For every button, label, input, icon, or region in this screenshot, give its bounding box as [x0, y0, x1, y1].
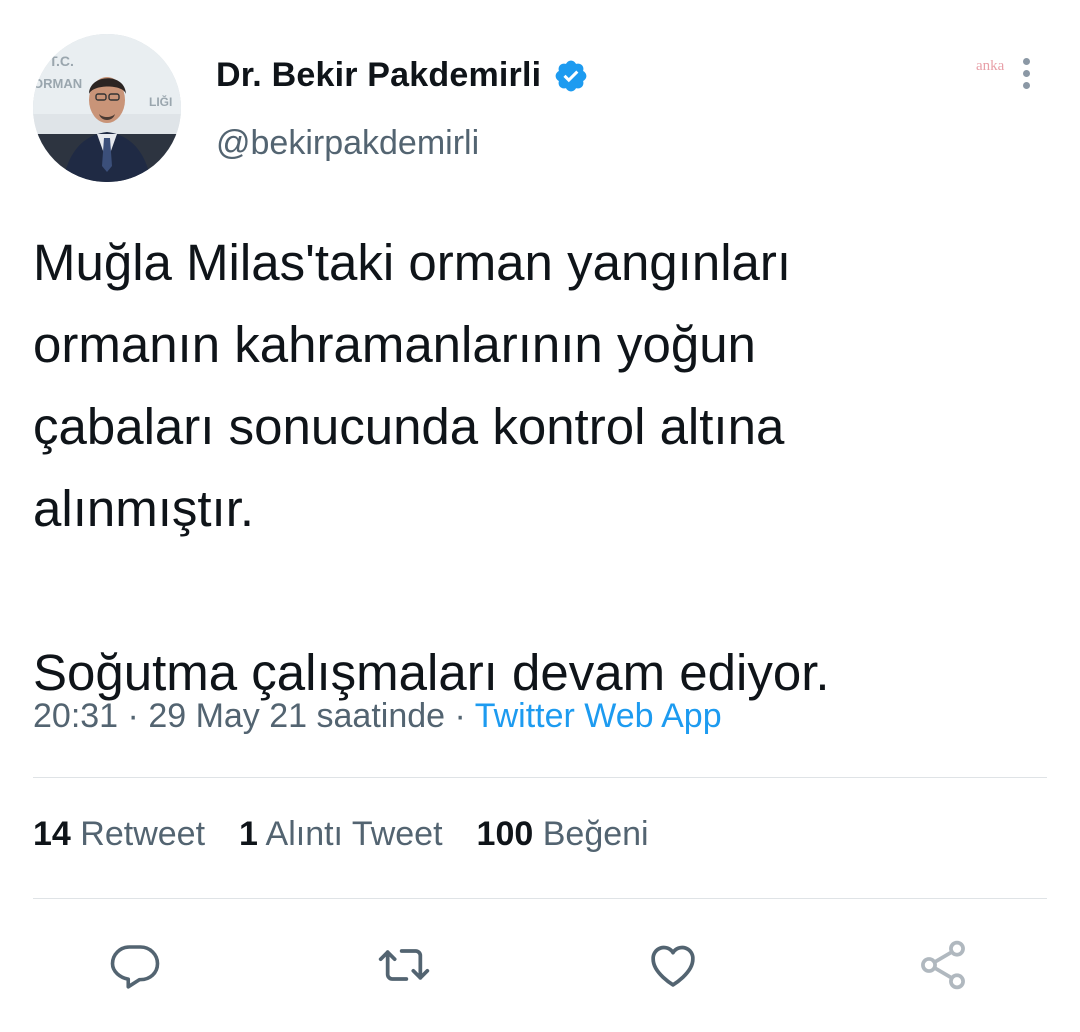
retweets-stat[interactable]: 14 Retweet: [33, 815, 205, 854]
meta-separator: ·: [118, 697, 149, 735]
retweet-button[interactable]: [374, 935, 434, 995]
more-options-icon[interactable]: [1016, 58, 1036, 98]
tweet-text: Muğla Milas'taki orman yangınları ormanı…: [33, 234, 830, 701]
quotes-stat[interactable]: 1 Alıntı Tweet: [239, 815, 443, 854]
reply-icon: [110, 945, 160, 989]
tweet-timestamp-line: 20:31 · 29 May 21 saatinde · Twitter Web…: [33, 697, 722, 736]
tweet-time[interactable]: 20:31: [33, 697, 118, 735]
author-handle[interactable]: @bekirpakdemirli: [216, 124, 479, 163]
divider-top: [33, 777, 1047, 778]
tweet-source-link[interactable]: Twitter Web App: [475, 697, 722, 735]
likes-stat[interactable]: 100 Beğeni: [477, 815, 649, 854]
tweet-action-bar: [33, 935, 1047, 995]
like-icon: [651, 945, 695, 987]
quote-count: 1: [239, 815, 258, 853]
tweet-stats: 14 Retweet 1 Alıntı Tweet 100 Beğeni: [33, 815, 683, 854]
svg-text:T.C.: T.C.: [49, 53, 74, 69]
like-label: Beğeni: [542, 815, 649, 853]
retweet-icon: [378, 949, 430, 981]
reply-button[interactable]: [105, 935, 165, 995]
like-button[interactable]: [643, 935, 703, 995]
retweet-count: 14: [33, 815, 71, 853]
share-icon: [921, 940, 965, 990]
svg-text:ORMAN: ORMAN: [33, 76, 82, 91]
avatar-photo: T.C. ORMAN LIĞI: [33, 34, 181, 182]
share-button[interactable]: [913, 935, 973, 995]
tweet-date[interactable]: 29 May 21 saatinde: [148, 697, 445, 735]
retweet-label: Retweet: [80, 815, 206, 853]
author-display-name-row[interactable]: Dr. Bekir Pakdemirli: [216, 56, 589, 95]
quote-label: Alıntı Tweet: [265, 815, 443, 853]
author-display-name[interactable]: Dr. Bekir Pakdemirli: [216, 56, 541, 95]
verified-badge-icon: [555, 60, 587, 91]
meta-separator-2: ·: [445, 697, 475, 735]
like-count: 100: [476, 815, 534, 853]
author-avatar[interactable]: T.C. ORMAN LIĞI: [33, 34, 181, 182]
svg-text:LIĞI: LIĞI: [149, 94, 172, 109]
divider-bottom: [33, 898, 1047, 899]
